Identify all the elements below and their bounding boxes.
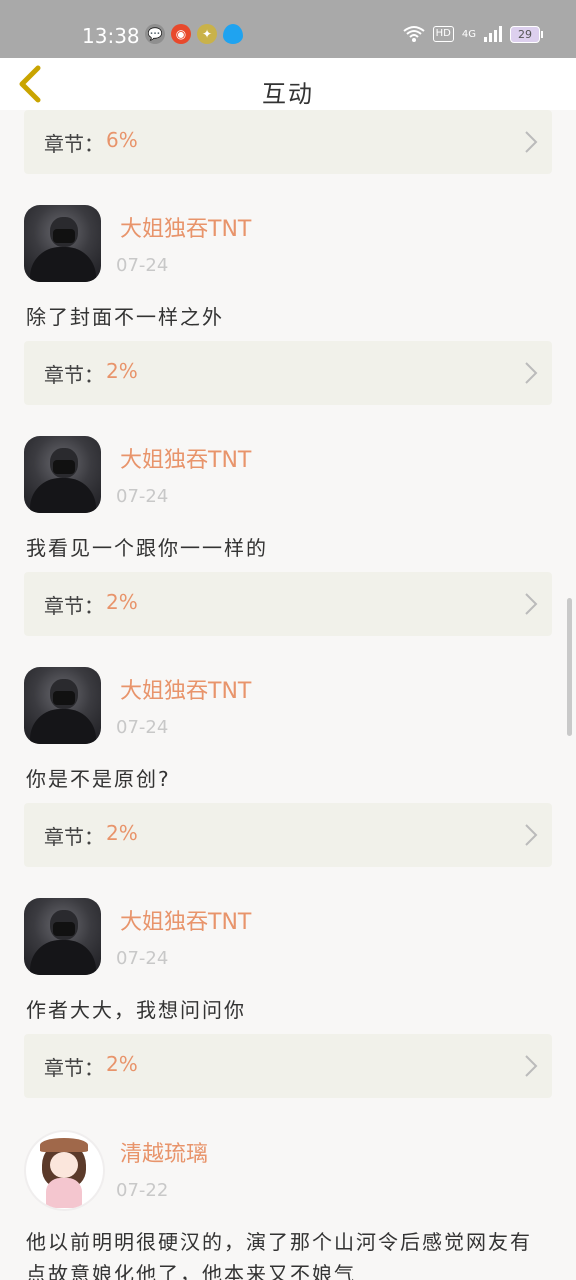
bulb-icon: ✦: [197, 24, 217, 44]
avatar[interactable]: [24, 205, 101, 282]
chevron-right-icon: [525, 131, 538, 153]
chapter-link[interactable]: 章节： 2%: [24, 1034, 552, 1098]
user-name[interactable]: 大姐独吞TNT: [120, 211, 251, 243]
wifi-icon: [403, 26, 425, 42]
avatar[interactable]: [24, 436, 101, 513]
status-bar: 13:38 💬 ◉ ✦ HD 4G 29: [0, 0, 576, 58]
chapter-progress: 2%: [106, 1052, 138, 1076]
chapter-label: 章节：: [44, 132, 104, 156]
nav-header: 互动: [0, 58, 576, 110]
drop-icon: [223, 24, 243, 44]
user-name[interactable]: 大姐独吞TNT: [120, 673, 251, 705]
comment-date: 07-24: [116, 948, 169, 969]
chapter-link[interactable]: 章节： 2%: [24, 803, 552, 867]
user-name[interactable]: 大姐独吞TNT: [120, 904, 251, 936]
chapter-progress: 2%: [106, 359, 138, 383]
comment-text: 我看见一个跟你一一样的: [26, 536, 268, 560]
avatar[interactable]: [24, 1130, 105, 1211]
comment-text: 他以前明明很硬汉的，演了那个山河令后感觉网友有点故意娘化他了，他本来又不娘气: [26, 1230, 532, 1280]
status-time: 13:38: [82, 24, 140, 48]
chapter-progress: 2%: [106, 590, 138, 614]
chapter-progress: 2%: [106, 821, 138, 845]
wechat-icon: 💬: [145, 24, 165, 44]
battery-indicator: 29: [510, 25, 543, 43]
chevron-right-icon: [525, 1055, 538, 1077]
comment-date: 07-24: [116, 255, 169, 276]
comment-text: 作者大大，我想问问你: [26, 998, 246, 1022]
user-name[interactable]: 大姐独吞TNT: [120, 442, 251, 474]
system-icons: HD 4G 29: [403, 25, 543, 43]
comment-date: 07-24: [116, 486, 169, 507]
chapter-link[interactable]: 章节： 2%: [24, 572, 552, 636]
chevron-right-icon: [525, 824, 538, 846]
user-name[interactable]: 清越琉璃: [120, 1136, 208, 1168]
signal-icon: [484, 26, 502, 42]
chapter-label: 章节：: [44, 825, 104, 849]
page-title: 互动: [262, 80, 314, 108]
weibo-icon: ◉: [171, 24, 191, 44]
chapter-label: 章节：: [44, 363, 104, 387]
chapter-link[interactable]: 章节： 2%: [24, 341, 552, 405]
avatar[interactable]: [24, 898, 101, 975]
notification-icons: 💬 ◉ ✦: [145, 24, 243, 44]
comment-text: 除了封面不一样之外: [26, 305, 224, 329]
comment-text: 你是不是原创?: [26, 767, 171, 791]
chapter-label: 章节：: [44, 594, 104, 618]
comment-date: 07-24: [116, 717, 169, 738]
scrollbar[interactable]: [567, 598, 572, 736]
hd-badge: HD: [432, 26, 454, 42]
chapter-link[interactable]: 章节： 6%: [24, 110, 552, 174]
comment-list[interactable]: 章节： 6% 大姐独吞TNT 07-24 除了封面不一样之外 章节： 2% 大姐…: [0, 110, 576, 1280]
chevron-right-icon: [525, 362, 538, 384]
network-type: 4G: [461, 28, 476, 40]
avatar[interactable]: [24, 667, 101, 744]
chapter-progress: 6%: [106, 128, 138, 152]
chevron-right-icon: [525, 593, 538, 615]
comment-date: 07-22: [116, 1180, 169, 1201]
chapter-label: 章节：: [44, 1056, 104, 1080]
